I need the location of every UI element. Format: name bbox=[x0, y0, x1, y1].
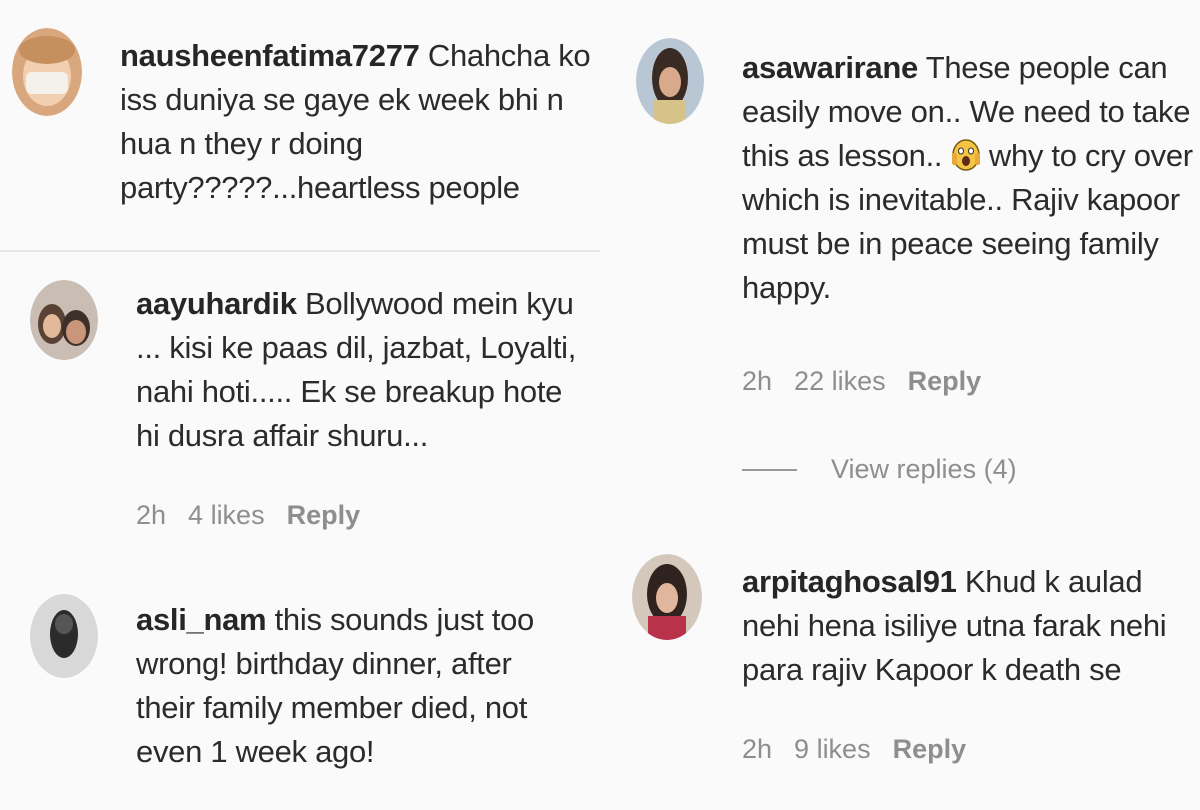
comment-meta: 2h 22 likes Reply bbox=[742, 366, 981, 397]
comment-likes[interactable]: 9 likes bbox=[794, 734, 871, 765]
comment-meta: 2h 4 likes Reply bbox=[136, 500, 360, 531]
comment-username[interactable]: aayuhardik bbox=[136, 286, 297, 321]
divider bbox=[0, 250, 600, 252]
comment-time: 2h bbox=[742, 366, 773, 396]
comment-item: aayuhardik Bollywood mein kyu ... kisi k… bbox=[0, 260, 600, 550]
avatar[interactable] bbox=[30, 280, 98, 360]
avatar[interactable] bbox=[12, 28, 82, 116]
comment-time: 2h bbox=[742, 734, 773, 764]
comment-username[interactable]: asawarirane bbox=[742, 50, 918, 85]
comment-text: asawarirane These people can easily move… bbox=[742, 46, 1200, 310]
avatar[interactable] bbox=[632, 554, 702, 640]
comment-item: nausheenfatima7277 Chahcha ko iss duniya… bbox=[0, 0, 600, 240]
comment-text: nausheenfatima7277 Chahcha ko iss duniya… bbox=[120, 34, 600, 210]
comment-likes[interactable]: 22 likes bbox=[794, 366, 886, 397]
comment-text: asli_nam this sounds just too wrong! bir… bbox=[136, 598, 576, 774]
view-replies-label: View replies (4) bbox=[831, 454, 1017, 484]
comment-username[interactable]: nausheenfatima7277 bbox=[120, 38, 420, 73]
comment-username[interactable]: arpitaghosal91 bbox=[742, 564, 957, 599]
comment-text: aayuhardik Bollywood mein kyu ... kisi k… bbox=[136, 282, 586, 458]
view-replies-line bbox=[742, 468, 797, 471]
comment-meta: 2h 9 likes Reply bbox=[742, 734, 966, 765]
comment-time: 2h bbox=[136, 500, 167, 530]
comment-item: arpitaghosal91 Khud k aulad nehi hena is… bbox=[610, 540, 1200, 810]
comment-username[interactable]: asli_nam bbox=[136, 602, 267, 637]
avatar[interactable] bbox=[636, 38, 704, 124]
comment-item: asli_nam this sounds just too wrong! bir… bbox=[0, 580, 600, 810]
view-replies-button[interactable]: View replies (4) bbox=[742, 454, 1017, 485]
comment-text: arpitaghosal91 Khud k aulad nehi hena is… bbox=[742, 560, 1200, 692]
avatar[interactable] bbox=[30, 594, 98, 678]
comment-item: asawarirane These people can easily move… bbox=[610, 0, 1200, 520]
left-comment-column: nausheenfatima7277 Chahcha ko iss duniya… bbox=[0, 0, 600, 810]
screaming-face-icon bbox=[951, 139, 981, 171]
reply-button[interactable]: Reply bbox=[287, 500, 361, 531]
right-comment-column: asawarirane These people can easily move… bbox=[610, 0, 1200, 810]
reply-button[interactable]: Reply bbox=[908, 366, 982, 397]
comment-likes[interactable]: 4 likes bbox=[188, 500, 265, 531]
reply-button[interactable]: Reply bbox=[893, 734, 967, 765]
